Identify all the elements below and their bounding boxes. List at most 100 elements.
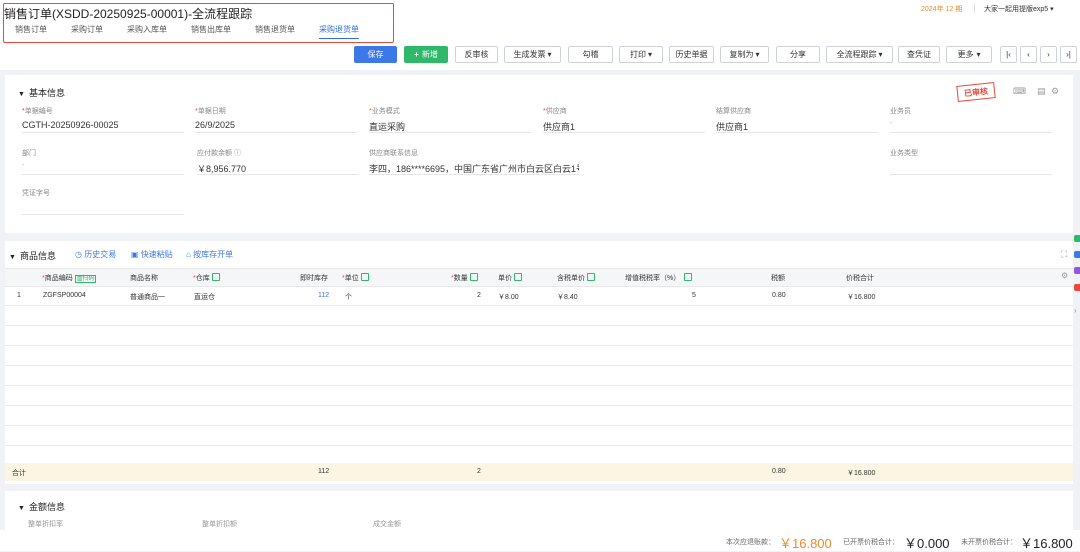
expand-icon[interactable]: › — [1074, 306, 1077, 315]
flow-tabs: 销售订单 采购订单 采购入库单 销售出库单 销售退货单 采购退货单 — [15, 24, 383, 39]
fullscreen-icon[interactable]: ⛶ — [1061, 249, 1067, 260]
side-tag[interactable] — [1074, 235, 1080, 242]
chevron-down-icon: ▾ — [878, 50, 883, 59]
contact-value[interactable]: 李四，186****6695，中国广东省广州市白云区白云1号 — [369, 162, 579, 175]
biz-type-field[interactable]: 业务类型 — [890, 148, 1052, 175]
invoice-label: 生成发票 — [513, 50, 546, 59]
tab-sales-delivery[interactable]: 销售出库单 — [191, 24, 231, 39]
side-tag[interactable] — [1074, 284, 1080, 291]
uninvoiced-value: ￥16.800 — [1020, 536, 1073, 551]
trace-button[interactable]: 全流程跟踪 ▾ — [826, 46, 893, 63]
basic-info-title: 基本信息 — [28, 88, 65, 98]
print-button[interactable]: 打印 ▾ — [619, 46, 663, 63]
cell-tax-rate[interactable]: 5 — [692, 292, 696, 299]
tab-purchase-return[interactable]: 采购退货单 — [319, 24, 359, 39]
amount-header[interactable]: ▼ 金额信息 — [18, 500, 65, 513]
doc-no-field[interactable]: *单据编号 CGTH-20250926-00025 — [22, 106, 184, 133]
cell-code[interactable]: ZGFSP00004 — [43, 292, 86, 299]
basic-info-header[interactable]: ▼ 基本信息 — [18, 86, 65, 99]
trace-label: 全流程跟踪 — [836, 50, 877, 59]
more-label: 更多 — [957, 50, 974, 59]
settle-supplier-value[interactable]: 供应商1 — [716, 120, 878, 133]
prev-page-button[interactable]: ‹ — [1020, 46, 1037, 63]
salesman-value[interactable]: - — [890, 120, 1052, 133]
dept-field[interactable]: 部门 - — [22, 148, 184, 175]
add-button[interactable]: + 新增 — [404, 46, 448, 63]
quick-paste-link[interactable]: ▣ 快速粘贴 — [131, 249, 173, 260]
plus-icon: + — [414, 50, 419, 59]
keyboard-icon[interactable]: ⌨ — [1013, 86, 1026, 97]
tab-purchase-receipt[interactable]: 采购入库单 — [127, 24, 167, 39]
biz-mode-field[interactable]: *业务模式 直运采购 — [369, 106, 531, 133]
save-button[interactable]: 保存 — [354, 46, 397, 63]
tab-purchase-order[interactable]: 采购订单 — [71, 24, 103, 39]
doc-date-field[interactable]: *单据日期 26/9/2025 — [195, 106, 357, 133]
cell-name[interactable]: 普通商品一 — [130, 292, 165, 302]
row-divider — [5, 325, 1073, 326]
period-label[interactable]: 2024年 12 期 — [921, 4, 962, 14]
uninvoiced-label: 未开票价税合计： — [961, 539, 1017, 546]
more-button[interactable]: 更多 ▾ — [946, 46, 992, 63]
settle-supplier-field[interactable]: 结算供应商 供应商1 — [716, 106, 878, 133]
batch-edit-icon[interactable] — [211, 273, 220, 281]
next-page-button[interactable]: › — [1040, 46, 1057, 63]
cell-warehouse[interactable]: 直运仓 — [194, 292, 215, 302]
invoice-button[interactable]: 生成发票 ▾ — [504, 46, 561, 63]
th-tax-rate-label: 增值税税率（%） — [625, 275, 681, 282]
batch-edit-icon[interactable] — [469, 273, 478, 281]
batch-edit-icon[interactable] — [684, 273, 693, 281]
invoiced-value: ￥0.000 — [904, 536, 950, 551]
contact-label: 供应商联系信息 — [369, 150, 418, 157]
unaudit-button[interactable]: 反审核 — [455, 46, 498, 63]
batch-edit-icon[interactable] — [587, 273, 595, 281]
biz-mode-value[interactable]: 直运采购 — [369, 120, 531, 133]
account-selector[interactable]: 大家一起用提版exp5 ▾ — [984, 4, 1054, 14]
share-button[interactable]: 分享 — [776, 46, 820, 63]
clock-icon: ◷ — [75, 250, 82, 259]
prev-icon: ‹ — [1027, 50, 1030, 59]
tab-sales-return[interactable]: 销售退货单 — [255, 24, 295, 39]
biz-type-value[interactable] — [890, 162, 1052, 175]
history-button[interactable]: 历史单据 — [669, 46, 714, 63]
voucher-no-field[interactable]: 凭证字号 — [22, 188, 184, 215]
cell-total[interactable]: ￥16.800 — [847, 292, 875, 302]
divider — [974, 4, 975, 13]
help-icon[interactable]: ⓘ — [234, 150, 241, 157]
cell-qty[interactable]: 2 — [477, 292, 481, 299]
first-page-button[interactable]: |‹ — [1000, 46, 1017, 63]
contact-field[interactable]: 供应商联系信息李四，186****6695，中国广东省广州市白云区白云1号 — [369, 148, 579, 175]
batch-edit-icon[interactable] — [514, 273, 522, 281]
copy-as-button[interactable]: 复制为 ▾ — [720, 46, 769, 63]
supplier-value[interactable]: 供应商1 — [543, 120, 705, 133]
by-stock-link[interactable]: ⌂ 按库存开单 — [186, 249, 233, 260]
payable-label: 应付款余额 — [197, 150, 232, 157]
voucher-no-value[interactable] — [22, 202, 184, 215]
print-template-icon[interactable]: ▤ — [1037, 86, 1046, 97]
row-divider — [5, 405, 1073, 406]
history-trade-link[interactable]: ◷ 历史交易 — [75, 249, 116, 260]
cell-tax[interactable]: 0.80 — [772, 292, 786, 299]
doc-date-value[interactable]: 26/9/2025 — [195, 120, 357, 133]
salesman-field[interactable]: 业务员 - — [890, 106, 1052, 133]
settings-icon[interactable]: ⚙ — [1051, 86, 1059, 97]
batch-edit-icon[interactable] — [360, 273, 369, 281]
cell-tax-price[interactable]: ￥8.40 — [557, 292, 578, 302]
barcode-button[interactable]: ▥扫码 — [74, 275, 97, 283]
side-tag[interactable] — [1074, 251, 1080, 258]
column-settings-icon[interactable]: ⚙ — [1061, 271, 1068, 280]
side-tag[interactable] — [1074, 267, 1080, 274]
dept-value[interactable]: - — [22, 162, 184, 175]
cell-unit[interactable]: 个 — [345, 292, 352, 302]
supplier-field[interactable]: *供应商 供应商1 — [543, 106, 705, 133]
cell-price[interactable]: ￥8.00 — [498, 292, 519, 302]
doc-no-value[interactable]: CGTH-20250926-00025 — [22, 120, 184, 133]
voucher-button[interactable]: 查凭证 — [898, 46, 940, 63]
check-button[interactable]: 勾稽 — [568, 46, 613, 63]
th-tax-rate: 增值税税率（%） — [625, 273, 693, 283]
tab-sales-order[interactable]: 销售订单 — [15, 24, 47, 39]
goods-header[interactable]: ▼ 商品信息 — [9, 249, 56, 262]
last-page-button[interactable]: ›| — [1060, 46, 1077, 63]
payable-field: 应付款余额 ⓘ ￥8,956.770 — [197, 148, 359, 175]
cell-stock[interactable]: 112 — [318, 292, 329, 299]
biz-type-label: 业务类型 — [890, 150, 918, 157]
